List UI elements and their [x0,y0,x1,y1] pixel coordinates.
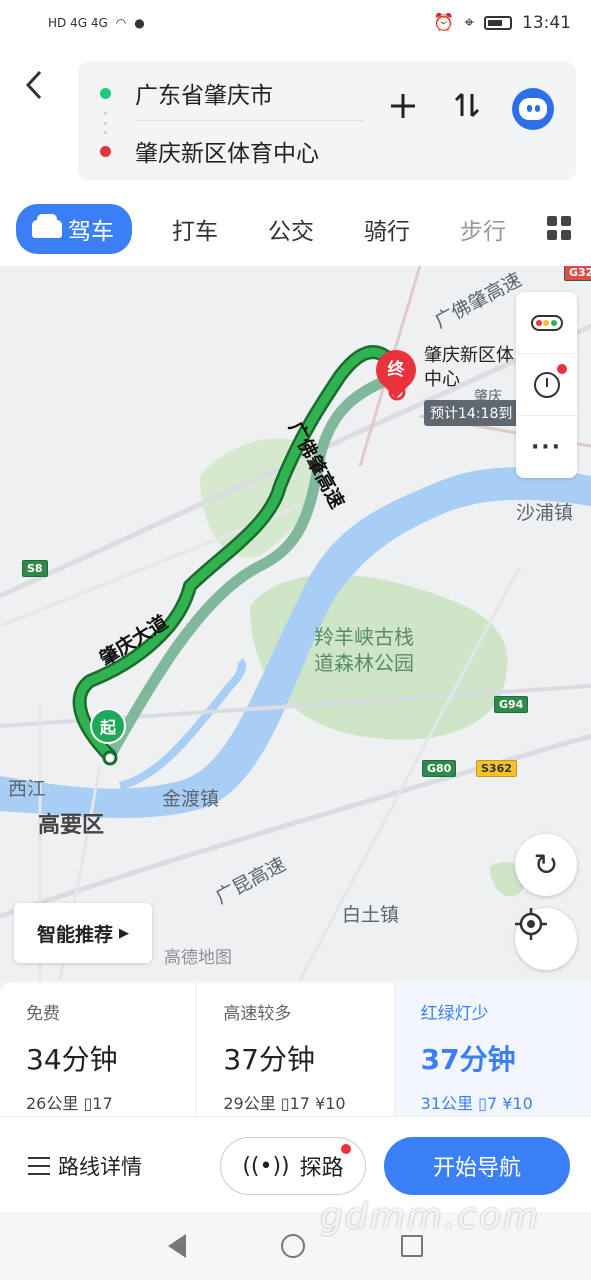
network-status: HD 4G 4G [48,16,108,30]
map-view[interactable]: 广佛肇高速 广佛肇高速 肇庆大道 沙浦镇 羚羊峡古栈 道森林公园 西江 金渡镇 … [0,266,591,980]
destination-label[interactable]: 肇庆新区体 中心 [424,344,514,392]
map-tools-panel: ··· [516,292,577,478]
notification-dot [557,364,567,374]
tab-drive[interactable]: 驾车 [16,203,132,254]
destination-pin[interactable]: 终 [367,341,425,399]
car-icon [32,213,62,238]
refresh-button[interactable]: ↻ [515,834,577,896]
notification-dot [341,1144,351,1154]
wifi-icon: ◠ [115,16,127,30]
route-header: 广东省肇庆市 肇庆新区体育中心 [0,46,591,191]
watermark: gdmm.com [320,1196,541,1237]
road-badge: G32 [564,266,591,281]
traffic-light-icon: ▯ [83,1094,93,1113]
route-detail-button[interactable]: 路线详情 [28,1151,142,1181]
route-time: 34分钟 [26,1043,118,1076]
clock-icon [533,371,560,398]
eta-badge: 预计14:18到 [424,400,519,426]
refresh-icon: ↻ [533,847,559,883]
grid-icon[interactable] [547,216,571,240]
town-label: 白土镇 [342,904,400,926]
route-input-box: 广东省肇庆市 肇庆新区体育中心 [78,62,576,180]
park-label: 羚羊峡古栈 道森林公园 [314,625,414,675]
list-icon [28,1157,50,1175]
start-location: 广东省肇庆市 [135,83,273,109]
swap-button[interactable] [448,89,486,129]
route-time: 37分钟 [223,1043,315,1076]
clock: 13:41 [522,13,571,33]
route-connector [104,112,107,134]
depart-time-button[interactable] [516,354,577,416]
traffic-light-icon [530,314,563,331]
locate-icon [515,908,547,940]
route-meta: 29公里 ▯17 ¥10 [223,1094,346,1113]
signal-indicators: HD 4G 4G ◠ ● [48,16,145,30]
broadcast-icon: ((•)) [242,1153,290,1179]
tab-bike[interactable]: 骑行 [364,212,410,246]
road-badge: G94 [494,696,529,713]
end-field[interactable]: 肇庆新区体育中心 [100,134,319,168]
town-label: 沙浦镇 [516,502,574,524]
chevron-left-icon [25,70,42,100]
river-label: 西江 [8,778,47,800]
locate-button[interactable] [515,908,577,970]
tab-label: 驾车 [68,218,114,245]
start-dot-icon [100,87,111,99]
explore-button[interactable]: ((•)) 探路 [220,1137,366,1195]
road-badge: G80 [422,760,457,777]
swap-vertical-icon [454,92,480,118]
more-icon: ··· [530,434,563,460]
route-option[interactable]: 高速较多 37分钟 29公里 ▯17 ¥10 [197,983,395,1116]
robot-icon[interactable] [512,88,554,130]
alarm-icon: ⏰ [433,13,455,33]
caret-right-icon: ▶ [119,925,129,941]
traffic-toggle[interactable] [516,292,577,354]
plus-icon [391,94,415,118]
travel-mode-tabs: 驾车 打车 公交 骑行 步行 [0,191,591,266]
back-triangle-icon[interactable] [167,1234,186,1258]
route-meta: 26公里 ▯17 [26,1094,113,1113]
route-meta: 31公里 ▯7 ¥10 [420,1094,533,1113]
tab-walk[interactable]: 步行 [460,212,506,246]
smart-recommend-button[interactable]: 智能推荐 ▶ [14,903,152,963]
map-attribution: 高德地图 [164,948,232,968]
location-icon: ⌖ [464,13,474,33]
recent-square-icon[interactable] [401,1235,424,1257]
route-tag: 红绿灯少 [420,1004,489,1024]
traffic-light-icon: ▯ [280,1094,290,1113]
end-dot-icon [100,145,111,157]
route-option-selected[interactable]: 红绿灯少 37分钟 31公里 ▯7 ¥10 [394,983,591,1116]
end-location: 肇庆新区体育中心 [135,141,319,167]
route-options: 免费 34分钟 26公里 ▯17 高速较多 37分钟 29公里 ▯17 ¥10 … [0,983,591,1116]
tab-bus[interactable]: 公交 [268,212,314,246]
route-tag: 高速较多 [223,1004,292,1024]
traffic-light-icon: ▯ [478,1094,487,1113]
back-button[interactable] [22,68,52,108]
start-navigation-button[interactable]: 开始导航 [384,1137,570,1195]
status-right: ⏰ ⌖ 13:41 [433,13,571,33]
route-tag: 免费 [26,1004,60,1024]
road-badge: S8 [22,560,48,577]
route-option[interactable]: 免费 34分钟 26公里 ▯17 [0,983,198,1116]
add-waypoint-button[interactable] [384,89,422,129]
route-time: 37分钟 [420,1043,516,1076]
district-label: 高要区 [38,813,105,838]
more-button[interactable]: ··· [516,416,577,478]
home-circle-icon[interactable] [281,1234,306,1258]
divider [134,120,364,121]
town-label: 金渡镇 [162,788,220,810]
message-icon: ● [134,16,145,30]
start-point [102,750,118,766]
tab-taxi[interactable]: 打车 [172,212,218,246]
status-bar: HD 4G 4G ◠ ● ⏰ ⌖ 13:41 [0,0,591,46]
battery-icon [484,16,512,30]
route-actions [384,88,554,130]
road-badge: S362 [476,760,517,777]
start-field[interactable]: 广东省肇庆市 [100,76,273,110]
start-pin[interactable]: 起 [90,708,126,744]
